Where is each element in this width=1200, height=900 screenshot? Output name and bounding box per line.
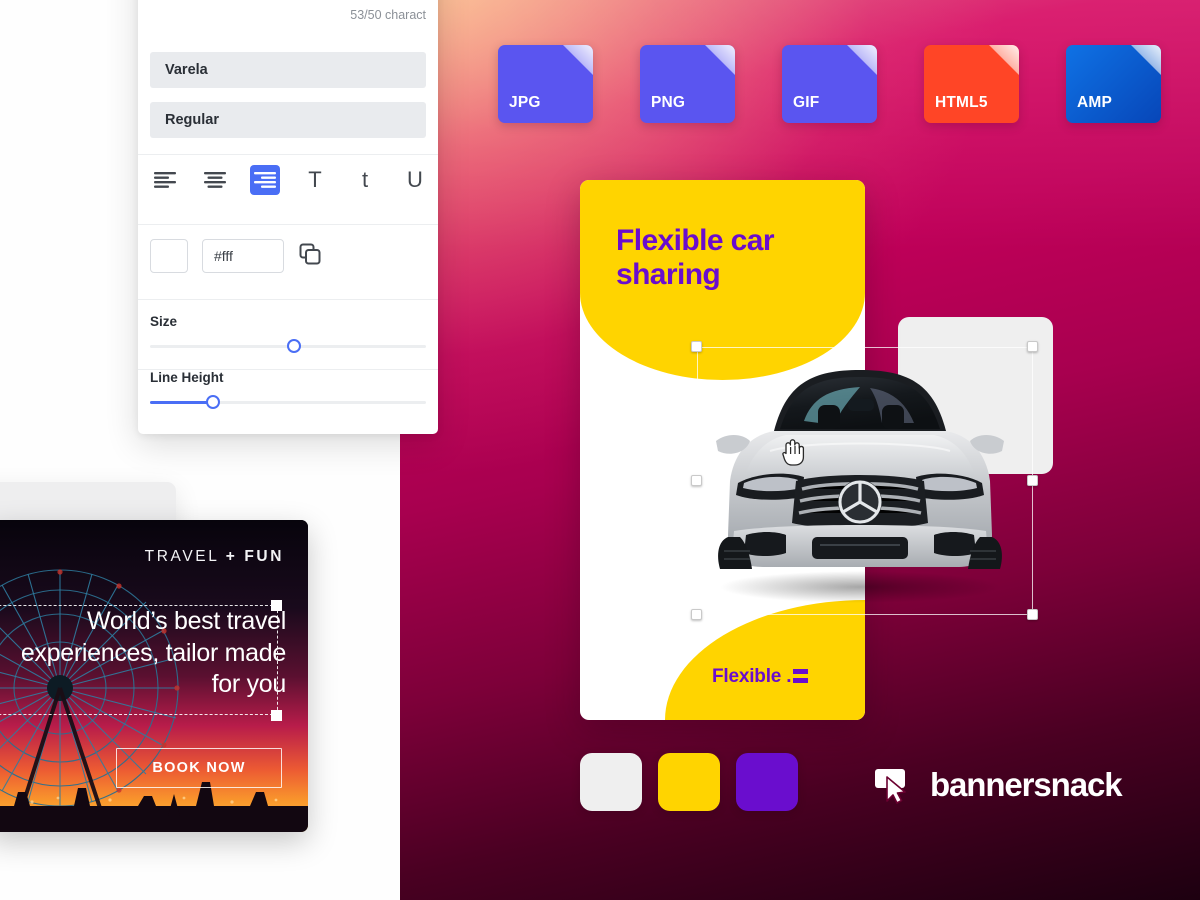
page-fold-icon	[563, 45, 593, 75]
uppercase-label: T	[308, 167, 322, 192]
swatch-yellow[interactable]	[658, 753, 720, 811]
align-center-button[interactable]	[200, 165, 230, 195]
selection-frame-car[interactable]	[697, 347, 1033, 615]
travel-headline[interactable]: World’s best travel experiences, tailor …	[0, 606, 286, 701]
resize-handle-top-right[interactable]	[1027, 341, 1038, 352]
font-weight-select[interactable]: Regular	[150, 102, 426, 138]
align-left-button[interactable]	[150, 165, 180, 195]
panel-divider	[138, 299, 438, 300]
brand-color-swatches	[580, 753, 798, 811]
page-fold-icon	[705, 45, 735, 75]
swatch-white[interactable]	[580, 753, 642, 811]
swatch-purple[interactable]	[736, 753, 798, 811]
lowercase-label: t	[361, 167, 369, 192]
format-label: GIF	[793, 94, 820, 111]
line-height-slider-fill	[150, 401, 214, 404]
format-badge-gif[interactable]: GIF	[782, 45, 877, 123]
banner-headline[interactable]: Flexible car sharing	[616, 224, 846, 292]
line-height-slider-knob[interactable]	[206, 395, 221, 409]
panel-divider	[138, 154, 438, 155]
size-slider-knob[interactable]	[286, 339, 301, 353]
page-fold-icon	[989, 45, 1019, 75]
copy-icon[interactable]	[298, 242, 322, 271]
resize-handle-middle-left[interactable]	[691, 475, 702, 486]
travel-brand-light: TRAVEL	[144, 548, 219, 565]
banner-subtext[interactable]: Flexible .	[712, 666, 809, 688]
format-badge-png[interactable]: PNG	[640, 45, 735, 123]
character-counter: 53/50 charact	[350, 8, 426, 22]
text-cursor-glyph	[793, 669, 809, 683]
font-family-select[interactable]: Varela	[150, 52, 426, 88]
bannersnack-wordmark: bannersnack	[930, 766, 1123, 803]
color-hex-value: #fff	[214, 248, 233, 264]
panel-divider	[138, 224, 438, 225]
underline-button[interactable]: U	[400, 165, 430, 195]
color-hex-input[interactable]: #fff	[202, 239, 284, 273]
book-now-label: BOOK NOW	[152, 760, 246, 776]
page-fold-icon	[847, 45, 877, 75]
font-weight-value: Regular	[165, 112, 219, 128]
travel-brand-logo: TRAVEL + FUN	[145, 548, 284, 566]
text-color-row: #fff	[150, 239, 322, 273]
resize-handle-top-left[interactable]	[691, 341, 702, 352]
editor-screenshot: JPG PNG GIF HTML5 AMP Flexible car shari…	[0, 0, 1200, 900]
format-label: PNG	[651, 94, 686, 111]
line-height-slider-group: Line Height	[150, 370, 426, 409]
format-badge-amp[interactable]: AMP	[1066, 45, 1161, 123]
export-format-list: JPG PNG GIF HTML5 AMP	[498, 45, 1161, 123]
line-height-slider-label: Line Height	[150, 370, 224, 385]
text-format-toolbar: T t U	[150, 165, 430, 195]
format-label: HTML5	[935, 94, 988, 111]
resize-handle-middle-right[interactable]	[1027, 475, 1038, 486]
text-properties-panel: 53/50 charact Varela Regular T t U #fff …	[138, 0, 438, 434]
size-slider-track[interactable]	[150, 339, 426, 353]
travel-banner[interactable]: TRAVEL + FUN World’s best travel experie…	[0, 520, 308, 832]
format-label: AMP	[1077, 94, 1113, 111]
size-slider-label: Size	[150, 314, 178, 329]
lowercase-button[interactable]: t	[350, 165, 380, 195]
page-fold-icon	[1131, 45, 1161, 75]
book-now-button[interactable]: BOOK NOW	[116, 748, 282, 788]
travel-resize-handle-bottom-right[interactable]	[271, 710, 282, 721]
travel-brand-bold: FUN	[244, 548, 284, 565]
bannersnack-logo: bannersnack	[875, 765, 1123, 805]
uppercase-button[interactable]: T	[300, 165, 330, 195]
line-height-slider-track[interactable]	[150, 395, 426, 409]
travel-brand-plus: +	[225, 548, 238, 565]
format-badge-jpg[interactable]: JPG	[498, 45, 593, 123]
format-badge-html5[interactable]: HTML5	[924, 45, 1019, 123]
bannersnack-mark-icon	[875, 765, 917, 805]
resize-handle-bottom-right[interactable]	[1027, 609, 1038, 620]
size-slider-group: Size	[150, 314, 426, 353]
align-right-button[interactable]	[250, 165, 280, 195]
color-preview-swatch[interactable]	[150, 239, 188, 273]
font-family-value: Varela	[165, 62, 208, 78]
banner-subtext-label: Flexible .	[712, 666, 792, 687]
underline-label: U	[407, 167, 423, 192]
format-label: JPG	[509, 94, 541, 111]
resize-handle-bottom-left[interactable]	[691, 609, 702, 620]
